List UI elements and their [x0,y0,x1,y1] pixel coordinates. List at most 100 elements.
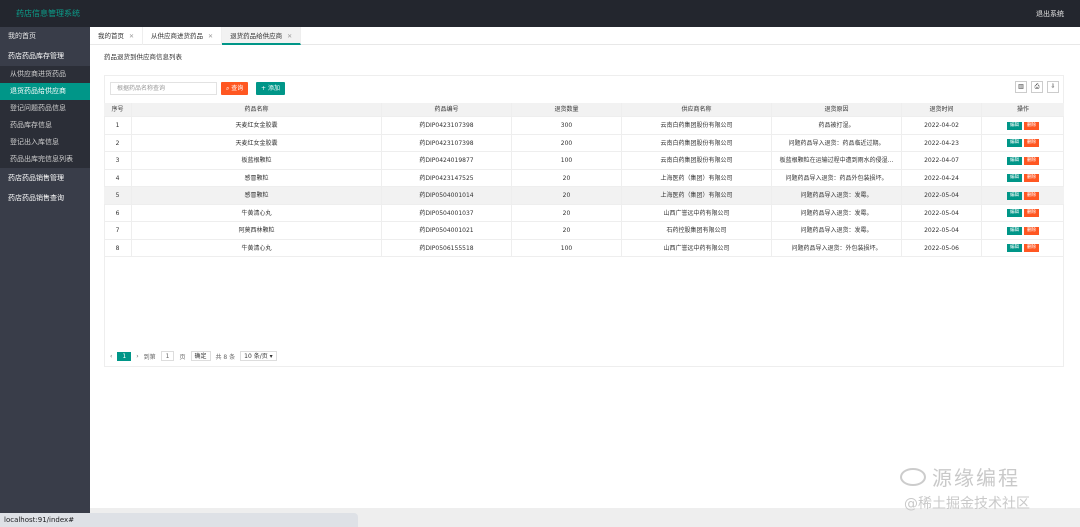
table-cell: 上海医药（集团）有限公司 [622,169,772,186]
table-cell: 1 [104,117,132,134]
edit-button[interactable]: 编辑 [1007,209,1022,217]
edit-button[interactable]: 编辑 [1007,174,1022,182]
prev-page-icon[interactable]: ‹ [110,353,112,360]
page-current[interactable]: 1 [117,351,132,361]
table-cell: 3 [104,152,132,169]
sidebar-group-inventory[interactable]: 药店药品库存管理 [0,46,90,66]
table-cell: 2022-05-04 [902,204,982,221]
page-jump-input[interactable]: 1 [160,351,175,361]
table-cell: 药DIP0506155518 [382,239,512,256]
search-button[interactable]: ⌕ 查询 [221,82,249,95]
delete-button[interactable]: 删除 [1024,244,1039,252]
tab-home[interactable]: 我的首页 ✕ [90,27,144,45]
table-cell: 牛黄清心丸 [132,204,382,221]
table-cell: 药DIP0424019877 [382,152,512,169]
table-cell: 天麦红女金胶囊 [132,134,382,151]
table-cell: 5 [104,187,132,204]
table-row[interactable]: 7 阿莫西林颗粒 药DIP0504001021 20 石药控股集团有限公司 问题药品导入退… [104,222,1064,240]
delete-button[interactable]: 删除 [1024,139,1039,147]
table-row[interactable]: 8 牛黄清心丸 药DIP0506155518 100 山西广誉远中药有限公司 问题药品导入… [104,239,1064,257]
delete-button[interactable]: 删除 [1024,226,1039,235]
table-cell: 2 [104,134,132,151]
chevron-down-icon: ▾ [269,353,273,360]
search-input[interactable]: 根据药品名称查询 [110,82,217,95]
table-cell: 20 [512,169,622,186]
tab-purchase[interactable]: 从供应商进货药品 ✕ [143,27,223,45]
edit-button[interactable]: 编辑 [1007,156,1022,165]
table-actions: 编辑 删除 [982,222,1064,239]
logout-link[interactable]: 退出系统 [1036,9,1064,19]
table-cell: 山西广誉远中药有限公司 [622,204,772,221]
delete-button[interactable]: 删除 [1024,156,1039,165]
table-cell: 天麦红女金胶囊 [132,117,382,134]
close-icon[interactable]: ✕ [208,33,213,40]
data-table: 序号 药品名称 药品编号 退货数量 供应商名称 退货原因 退货时间 操作 1 天麦… [104,103,1064,261]
sidebar-item-stock[interactable]: 药品库存信息 [0,117,90,134]
table-cell: 云南白药集团股份有限公司 [622,152,772,169]
table-actions: 编辑 删除 [982,135,1064,152]
table-row[interactable]: 3 板蓝根颗粒 药DIP0424019877 100 云南白药集团股份有限公司 板蓝根颗粒… [104,152,1064,170]
edit-button[interactable]: 编辑 [1007,121,1022,130]
delete-button[interactable]: 删除 [1024,174,1039,182]
edit-button[interactable]: 编辑 [1007,191,1022,200]
table-actions: 编辑 删除 [982,205,1064,222]
table-cell: 4 [104,169,132,186]
table-cell: 牛黄清心丸 [132,239,382,256]
table-cell: 云南白药集团股份有限公司 [622,117,772,134]
tab-return[interactable]: 退货药品给供应商 ✕ [222,27,302,45]
sidebar-item-in-out[interactable]: 登记出入库信息 [0,134,90,151]
table-cell: 板蓝根颗粒 [132,152,382,169]
edit-button[interactable]: 编辑 [1007,139,1022,147]
add-button[interactable]: + 添加 [256,82,285,95]
next-page-icon[interactable]: › [136,353,138,360]
page-confirm-button[interactable]: 确定 [190,351,211,361]
sidebar-item-purchase[interactable]: 从供应商进货药品 [0,66,90,83]
close-icon[interactable]: ✕ [287,33,292,40]
close-icon[interactable]: ✕ [129,33,134,40]
table-cell: 20 [512,187,622,204]
table-cell: 问题药品导入退货：发霉。 [772,187,902,204]
table-cell: 7 [104,222,132,239]
table-cell: 板蓝根颗粒在运输过程中遭到雨水的侵湿... [772,152,902,169]
table-cell: 药DIP0423107398 [382,134,512,151]
table-cell: 药品被打湿。 [772,117,902,134]
table-row[interactable]: 6 牛黄清心丸 药DIP0504001037 20 山西广誉远中药有限公司 问题药品导入退… [104,204,1064,222]
page-title: 药品退货到供应商信息列表 [104,53,182,61]
columns-icon[interactable]: ▥ [1015,81,1027,93]
total-count: 共 8 条 [215,353,236,361]
print-icon[interactable]: ⎙ [1031,81,1043,93]
export-icon[interactable]: ⇩ [1047,81,1059,93]
edit-button[interactable]: 编辑 [1007,226,1022,235]
table-cell: 2022-04-23 [902,134,982,151]
table-cell: 2022-04-02 [902,117,982,134]
table-cell: 石药控股集团有限公司 [622,222,772,239]
sidebar-item-problem-drugs[interactable]: 登记问题药品信息 [0,100,90,117]
sidebar-item-return[interactable]: 退货药品给供应商 [0,83,90,100]
table-cell: 药DIP0423107398 [382,117,512,134]
table-cell: 问题药品导入退货：发霉。 [772,204,902,221]
table-cell: 问题药品导入退货：药品外包装损坏。 [772,169,902,186]
table-row[interactable]: 5 感冒颗粒 药DIP0504001014 20 上海医药（集团）有限公司 问题药品导入退… [104,187,1064,205]
delete-button[interactable]: 删除 [1024,191,1039,200]
delete-button[interactable]: 删除 [1024,121,1039,130]
table-actions: 编辑 删除 [982,240,1064,257]
table-row[interactable]: 1 天麦红女金胶囊 药DIP0423107398 300 云南白药集团股份有限公司 药品被… [104,117,1064,135]
plus-icon: + [261,85,267,92]
table-row[interactable]: 4 感冒颗粒 药DIP0423147525 20 上海医药（集团）有限公司 问题药品导入退… [104,169,1064,187]
sidebar-group-sales[interactable]: 药店药品销售管理 [0,168,90,188]
table-cell: 药DIP0504001021 [382,222,512,239]
table-row[interactable]: 2 天麦红女金胶囊 药DIP0423107398 200 云南白药集团股份有限公司 问题药… [104,134,1064,152]
page-size-select[interactable]: 10 条/页 ▾ [240,351,277,361]
sidebar-item-out-list[interactable]: 药品出库完信息列表 [0,151,90,168]
pagination: ‹ 1 › 到第 1 页 确定 共 8 条 10 条/页 ▾ [110,351,277,361]
sidebar-item-home[interactable]: 我的首页 [0,27,90,46]
tab-bar: 我的首页 ✕ 从供应商进货药品 ✕ 退货药品给供应商 ✕ [90,27,1080,45]
watermark: 源缘编程 @稀土掘金技术社区 [900,462,1030,513]
table-cell: 感冒颗粒 [132,169,382,186]
table-cell: 300 [512,117,622,134]
table-cell: 问题药品导入退货：药品临近过期。 [772,134,902,151]
delete-button[interactable]: 删除 [1024,209,1039,217]
table-cell: 2022-05-04 [902,222,982,239]
edit-button[interactable]: 编辑 [1007,244,1022,252]
sidebar-group-sales-query[interactable]: 药店药品销售查询 [0,188,90,208]
